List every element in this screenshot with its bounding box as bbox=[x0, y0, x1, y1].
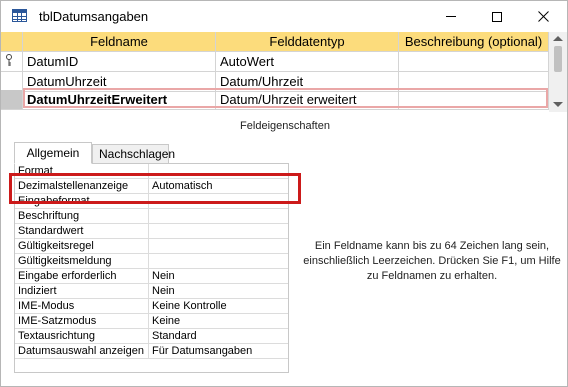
property-value[interactable] bbox=[149, 239, 288, 254]
field-name-cell[interactable]: DatumUhrzeit bbox=[23, 72, 216, 92]
column-header-description: Beschreibung (optional) bbox=[399, 32, 549, 52]
property-label: Indiziert bbox=[15, 284, 149, 299]
property-row[interactable]: Eingabeformat bbox=[15, 194, 288, 209]
title-bar[interactable]: tblDatumsangaben bbox=[1, 1, 567, 32]
maximize-button[interactable] bbox=[474, 1, 520, 32]
field-design-grid: Feldname Felddatentyp Beschreibung (opti… bbox=[1, 32, 549, 112]
property-label: Format bbox=[15, 164, 149, 179]
property-value[interactable]: Standard bbox=[149, 329, 288, 344]
property-value[interactable]: Für Datumsangaben bbox=[149, 344, 288, 359]
property-label: Beschriftung bbox=[15, 209, 149, 224]
property-label: Standardwert bbox=[15, 224, 149, 239]
property-row[interactable]: IME-Satzmodus Keine bbox=[15, 314, 288, 329]
tab-nachschlagen[interactable]: Nachschlagen bbox=[92, 144, 175, 164]
table-row-selected[interactable]: DatumUhrzeitErweitert Datum/Uhrzeit erwe… bbox=[1, 90, 549, 110]
property-label: IME-Satzmodus bbox=[15, 314, 149, 329]
property-label: Eingabe erforderlich bbox=[15, 269, 149, 284]
window-title: tblDatumsangaben bbox=[39, 9, 149, 24]
property-value[interactable] bbox=[149, 194, 288, 209]
vertical-scrollbar[interactable] bbox=[549, 32, 567, 112]
field-description-cell[interactable] bbox=[399, 72, 549, 92]
primary-key-icon bbox=[6, 54, 12, 66]
property-row[interactable]: Indiziert Nein bbox=[15, 284, 288, 299]
property-value[interactable] bbox=[149, 224, 288, 239]
minimize-icon bbox=[446, 16, 456, 17]
property-value[interactable]: Nein bbox=[149, 284, 288, 299]
row-selector[interactable] bbox=[1, 90, 23, 110]
property-label: Datumsauswahl anzeigen bbox=[15, 344, 149, 359]
property-value[interactable]: Keine Kontrolle bbox=[149, 299, 288, 314]
property-row[interactable]: Dezimalstellenanzeige Automatisch bbox=[15, 179, 288, 194]
field-type-cell[interactable]: Datum/Uhrzeit bbox=[216, 72, 399, 92]
grid-header-row: Feldname Felddatentyp Beschreibung (opti… bbox=[1, 32, 549, 52]
property-row[interactable]: Gültigkeitsmeldung bbox=[15, 254, 288, 269]
header-corner bbox=[1, 32, 23, 52]
property-row[interactable]: Standardwert bbox=[15, 224, 288, 239]
field-description-cell[interactable] bbox=[399, 90, 549, 110]
property-row[interactable]: Gültigkeitsregel bbox=[15, 239, 288, 254]
scroll-down-arrow-icon[interactable] bbox=[553, 102, 563, 107]
property-value[interactable] bbox=[149, 209, 288, 224]
field-properties-label: Feldeigenschaften bbox=[240, 120, 330, 132]
column-header-fieldname: Feldname bbox=[23, 32, 216, 52]
property-row[interactable]: Textausrichtung Standard bbox=[15, 329, 288, 344]
property-label: Eingabeformat bbox=[15, 194, 149, 209]
property-value[interactable] bbox=[149, 164, 288, 179]
row-selector[interactable] bbox=[1, 52, 23, 72]
scroll-up-arrow-icon[interactable] bbox=[553, 36, 563, 41]
property-row[interactable]: Format bbox=[15, 164, 288, 179]
tab-allgemein[interactable]: Allgemein bbox=[14, 142, 92, 164]
help-text: Ein Feldname kann bis zu 64 Zeichen lang… bbox=[303, 240, 561, 282]
table-row[interactable]: DatumUhrzeit Datum/Uhrzeit bbox=[1, 72, 549, 92]
row-selector[interactable] bbox=[1, 72, 23, 92]
field-description-cell[interactable] bbox=[399, 52, 549, 72]
column-header-datatype: Felddatentyp bbox=[216, 32, 399, 52]
table-row[interactable]: DatumID AutoWert bbox=[1, 52, 549, 72]
property-value[interactable]: Nein bbox=[149, 269, 288, 284]
minimize-button[interactable] bbox=[428, 1, 474, 32]
property-label: Gültigkeitsregel bbox=[15, 239, 149, 254]
field-name-cell[interactable]: DatumUhrzeitErweitert bbox=[23, 90, 216, 110]
table-design-window: tblDatumsangaben Feldname Felddatentyp B… bbox=[0, 0, 568, 387]
property-value[interactable]: Keine bbox=[149, 314, 288, 329]
property-label: IME-Modus bbox=[15, 299, 149, 314]
property-sheet: Format Dezimalstellenanzeige Automatisch… bbox=[14, 163, 289, 373]
field-type-cell[interactable]: Datum/Uhrzeit erweitert bbox=[216, 90, 399, 110]
property-row[interactable]: Beschriftung bbox=[15, 209, 288, 224]
property-label: Textausrichtung bbox=[15, 329, 149, 344]
property-row[interactable]: IME-Modus Keine Kontrolle bbox=[15, 299, 288, 314]
maximize-icon bbox=[492, 11, 502, 22]
property-row[interactable]: Datumsauswahl anzeigen Für Datumsangaben bbox=[15, 344, 288, 359]
property-label: Gültigkeitsmeldung bbox=[15, 254, 149, 269]
property-row[interactable]: Eingabe erforderlich Nein bbox=[15, 269, 288, 284]
scrollbar-thumb[interactable] bbox=[554, 46, 562, 72]
property-label: Dezimalstellenanzeige bbox=[15, 179, 149, 194]
table-icon bbox=[12, 9, 27, 22]
property-value[interactable] bbox=[149, 254, 288, 269]
field-type-cell[interactable]: AutoWert bbox=[216, 52, 399, 72]
close-button[interactable] bbox=[520, 1, 566, 32]
property-value[interactable]: Automatisch bbox=[149, 179, 288, 194]
close-icon bbox=[537, 11, 549, 22]
field-name-cell[interactable]: DatumID bbox=[23, 52, 216, 72]
